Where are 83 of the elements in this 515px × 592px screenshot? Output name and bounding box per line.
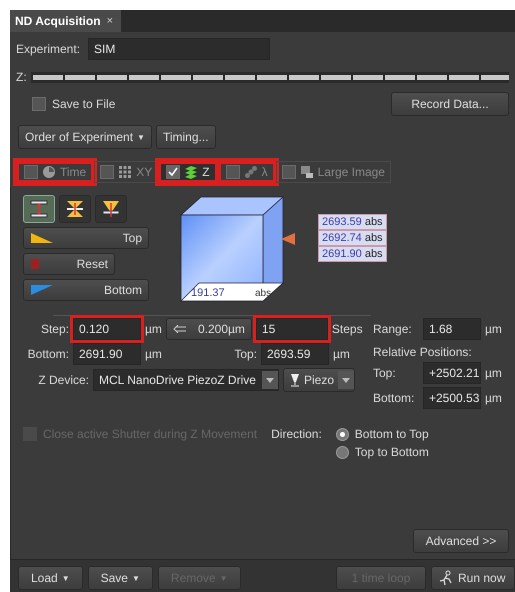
z-mode-button[interactable]: [95, 195, 127, 223]
wedge-icon: [30, 284, 54, 296]
tab-title: ND Acquisition: [15, 14, 101, 28]
z-mode-button[interactable]: [59, 195, 91, 223]
range-mode-icon: [29, 199, 49, 219]
direction-option-label: Top to Bottom: [354, 445, 429, 459]
menu-button[interactable]: Load ▼: [18, 566, 83, 590]
set-bottom-button[interactable]: Bottom: [23, 279, 149, 301]
dimension-checkbox[interactable]: [24, 165, 38, 179]
relative-position-field[interactable]: +2500.53: [423, 387, 481, 409]
unit-label: µm: [485, 322, 502, 336]
relative-label: Top:: [373, 366, 397, 380]
suggested-step-button[interactable]: 0.200µm: [166, 318, 252, 340]
save-to-file-label: Save to File: [52, 97, 116, 111]
experiment-field[interactable]: SIM: [88, 38, 270, 60]
dropdown-arrow-icon: [266, 378, 274, 382]
wedge-icon: [30, 232, 54, 244]
tab-label: Z: [202, 165, 210, 179]
dimension-checkbox[interactable]: [226, 165, 240, 179]
unit-label: µm: [485, 366, 502, 380]
range-field[interactable]: 1.68: [423, 318, 481, 340]
left-arrow-icon: [172, 325, 187, 333]
dimension-checkbox[interactable]: [166, 165, 180, 179]
direction-label: Direction:: [271, 427, 322, 441]
tab-label: XY: [136, 165, 152, 179]
tab-label: λ: [262, 165, 268, 179]
asymmetric-mode-icon: [101, 199, 121, 219]
tab-label: Time: [60, 165, 86, 179]
z-device-label: Z Device:: [37, 373, 89, 387]
steps-field[interactable]: 15: [256, 318, 328, 340]
z-position-label: 2691.90 abs: [318, 246, 387, 262]
bottom-label: Bottom:: [26, 347, 69, 361]
layers-icon: [184, 165, 198, 179]
tab-label: Large Image: [318, 165, 385, 179]
direction-radio[interactable]: [336, 446, 349, 458]
unit-label: µm: [145, 322, 162, 336]
relative-label: Bottom:: [373, 391, 416, 405]
z-position-label: 2693.59 abs: [318, 214, 387, 230]
piezo-dropdown[interactable]: Piezo: [283, 368, 355, 392]
top-field[interactable]: 2693.59: [261, 343, 329, 365]
save-to-file-checkbox[interactable]: [32, 97, 46, 111]
unit-label: µm: [145, 347, 163, 361]
record-data-button[interactable]: Record Data...: [391, 92, 509, 116]
dimension-tab[interactable]: Z: [158, 161, 218, 183]
z-device-dropdown[interactable]: MCL NanoDrive PiezoZ Drive: [93, 369, 279, 391]
dimension-checkbox[interactable]: [282, 165, 296, 179]
z-position-label: 2692.74 abs: [318, 230, 387, 246]
relative-position-field[interactable]: +2502.21: [423, 362, 481, 384]
range-label: Range:: [373, 322, 413, 336]
tiles-icon: [300, 165, 314, 179]
run-now-button[interactable]: Run now: [431, 566, 515, 590]
clock-icon: [42, 165, 56, 179]
runner-icon: [438, 570, 454, 586]
unit-label: µm: [485, 391, 502, 405]
dropdown-arrow-icon: [342, 378, 350, 382]
unit-label: µm: [333, 347, 350, 361]
set-top-button[interactable]: Top: [23, 227, 149, 249]
z-mode-button[interactable]: [23, 195, 55, 223]
timing-button[interactable]: Timing...: [156, 125, 216, 149]
reset-button[interactable]: Reset: [23, 253, 115, 275]
bottom-field[interactable]: 2691.90: [73, 343, 141, 365]
dots-icon: [244, 165, 258, 179]
document-tab[interactable]: ND Acquisition ×: [10, 10, 121, 32]
step-label: Step:: [40, 322, 69, 336]
symmetric-mode-icon: [65, 199, 85, 219]
range-unit: abs: [255, 288, 272, 299]
order-of-experiment-button[interactable]: Order of Experiment ▼: [18, 125, 152, 149]
direction-radio[interactable]: [336, 428, 349, 440]
relative-positions-label: Relative Positions:: [373, 345, 473, 359]
menu-button[interactable]: Save ▼: [88, 566, 153, 590]
close-button[interactable]: ×: [106, 15, 113, 27]
advanced-button[interactable]: Advanced >>: [413, 529, 509, 553]
grid-icon: [118, 165, 132, 179]
step-field[interactable]: 0.120: [73, 318, 141, 340]
steps-label: Steps: [332, 322, 363, 336]
top-label: Top:: [233, 347, 257, 361]
z-label: Z:: [16, 70, 27, 84]
reset-icon: [30, 258, 40, 270]
piezo-icon: [290, 373, 300, 387]
dimension-checkbox[interactable]: [100, 165, 114, 179]
direction-option-label: Bottom to Top: [354, 427, 429, 441]
experiment-label: Experiment:: [16, 42, 80, 56]
range-value: 191.37: [191, 287, 225, 299]
